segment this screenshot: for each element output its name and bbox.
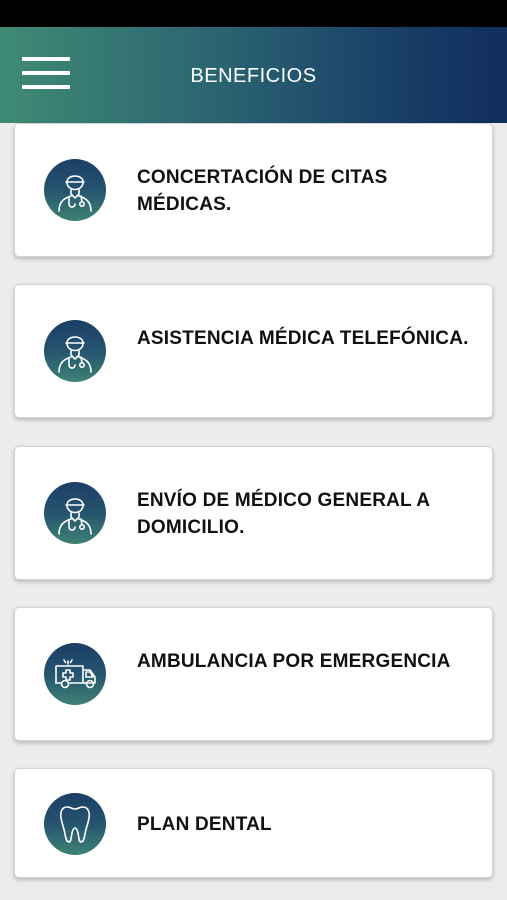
hamburger-menu-icon: [22, 57, 70, 61]
benefit-card-medico-domicilio[interactable]: ENVÍO DE MÉDICO GENERAL A DOMICILIO.: [14, 446, 493, 580]
ambulance-icon: [44, 643, 106, 705]
benefit-label: ASISTENCIA MÉDICA TELEFÓNICA.: [137, 328, 469, 349]
app-header: BENEFICIOS: [0, 27, 507, 123]
status-bar: [0, 0, 507, 27]
benefit-label: CONCERTACIÓN DE CITAS MÉDICAS.: [137, 167, 388, 215]
benefit-card-ambulancia[interactable]: AMBULANCIA POR EMERGENCIA: [14, 607, 493, 741]
tooth-icon: [44, 793, 106, 855]
benefit-label: AMBULANCIA POR EMERGENCIA: [137, 651, 451, 672]
doctor-icon: [44, 482, 106, 544]
page-title: BENEFICIOS: [190, 65, 317, 87]
doctor-icon: [44, 320, 106, 382]
benefit-label: PLAN DENTAL: [137, 814, 272, 835]
benefit-card-asistencia-telefonica[interactable]: ASISTENCIA MÉDICA TELEFÓNICA.: [14, 284, 493, 418]
benefit-card-citas-medicas[interactable]: CONCERTACIÓN DE CITAS MÉDICAS.: [14, 123, 493, 257]
doctor-icon: [44, 159, 106, 221]
benefit-card-plan-dental[interactable]: PLAN DENTAL: [14, 768, 493, 878]
benefit-label: ENVÍO DE MÉDICO GENERAL A DOMICILIO.: [137, 490, 430, 538]
